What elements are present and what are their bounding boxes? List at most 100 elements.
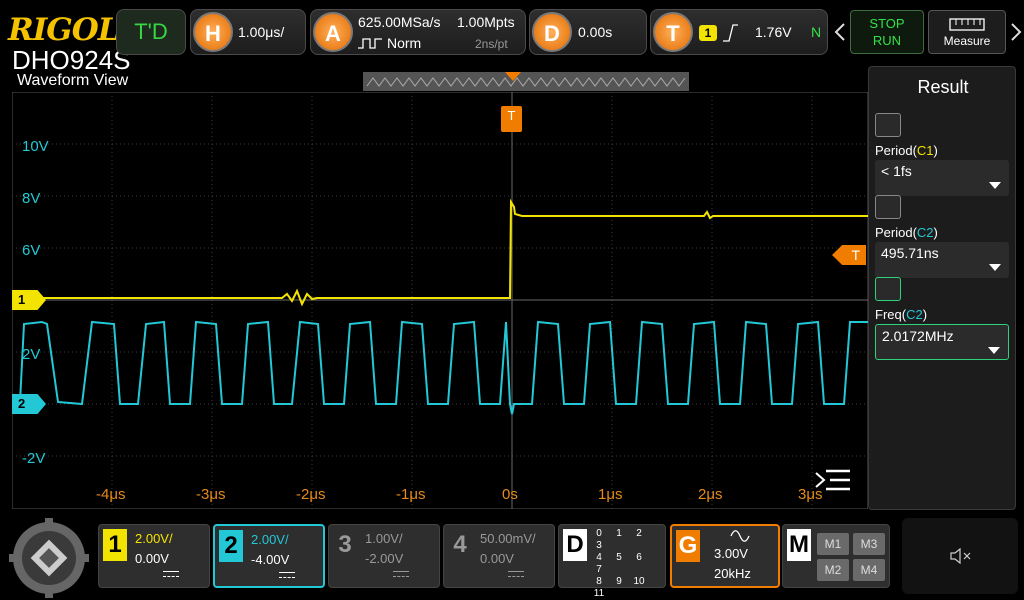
result-channel: C2 bbox=[906, 307, 923, 322]
memory-overview-bar[interactable] bbox=[363, 72, 689, 91]
sound-panel[interactable] bbox=[902, 518, 1018, 594]
horizontal-scale: 1.00μs/ bbox=[238, 24, 285, 40]
x-label: 2μs bbox=[698, 486, 723, 503]
stop-label: STOP bbox=[869, 16, 905, 31]
acquire-mode: Norm bbox=[387, 35, 422, 51]
menu-list-icon[interactable] bbox=[812, 467, 852, 495]
y-label: 6V bbox=[22, 242, 41, 259]
ch4-scale: 50.00mV/ bbox=[480, 531, 536, 546]
chevron-left-icon[interactable] bbox=[834, 22, 846, 42]
ch1-number: 1 bbox=[103, 529, 127, 561]
horizontal-panel[interactable]: H 1.00μs/ bbox=[190, 9, 306, 55]
result-value: 2.0172MHz bbox=[882, 328, 954, 344]
generator-frequency: 20kHz bbox=[714, 566, 751, 581]
horizontal-key: H bbox=[193, 12, 233, 52]
top-bar: RIGOL DHO924S T'D H 1.00μs/ A 625.00MSa/… bbox=[0, 0, 1024, 75]
ch4-number: 4 bbox=[453, 531, 467, 558]
measure-result-panel: Result Period(C1) < 1fs Period(C2) 495.7… bbox=[868, 66, 1016, 510]
result-param: Period bbox=[875, 143, 913, 158]
y-label: 8V bbox=[22, 190, 41, 207]
sample-rate: 625.00MSa/s bbox=[358, 14, 441, 30]
delay-value: 0.00s bbox=[578, 24, 613, 40]
x-label: -3μs bbox=[196, 486, 226, 503]
result-item[interactable]: Period(C1) < 1fs bbox=[875, 113, 1009, 196]
delay-key: D bbox=[532, 12, 572, 52]
ch2-settings[interactable]: 2 2.00V/ -4.00V bbox=[213, 524, 325, 588]
ch3-settings[interactable]: 3 1.00V/ -2.00V bbox=[328, 524, 440, 588]
d-channel: 9 bbox=[616, 576, 622, 587]
result-value: 495.71ns bbox=[881, 245, 939, 261]
ch3-number: 3 bbox=[338, 531, 352, 558]
ruler-icon bbox=[949, 18, 985, 31]
brand-logo: RIGOL bbox=[8, 12, 120, 48]
ch3-offset: -2.00V bbox=[365, 551, 404, 566]
math-settings[interactable]: M M1 M3 M2 M4 bbox=[782, 524, 890, 588]
trigger-position-marker[interactable]: T bbox=[501, 106, 522, 132]
trigger-panel[interactable]: T 1 1.76V N bbox=[650, 9, 828, 55]
d-channel: 5 bbox=[616, 552, 622, 563]
result-value-box[interactable]: < 1fs bbox=[875, 160, 1009, 196]
ch1-settings[interactable]: 1 2.00V/ 0.00V bbox=[98, 524, 210, 588]
ch4-settings[interactable]: 4 50.00mV/ 0.00V bbox=[443, 524, 555, 588]
ch1-offset: 0.00V bbox=[135, 551, 169, 566]
math-m1-button[interactable]: M1 bbox=[817, 533, 849, 555]
generator-amplitude: 3.00V bbox=[714, 546, 748, 561]
digital-key: D bbox=[563, 529, 587, 561]
waveform-title: Waveform View bbox=[17, 72, 129, 89]
dc-coupling-icon bbox=[508, 571, 524, 577]
waveform-grid bbox=[12, 92, 868, 509]
period-icon bbox=[875, 113, 901, 137]
measure-button[interactable]: Measure bbox=[928, 10, 1006, 54]
ch3-scale: 1.00V/ bbox=[365, 531, 403, 546]
x-label: 0s bbox=[502, 486, 518, 503]
math-key: M bbox=[787, 529, 811, 561]
trigger-sweep: N bbox=[811, 24, 822, 40]
result-item[interactable]: Period(C2) 495.71ns bbox=[875, 195, 1009, 278]
run-measure-panel: STOP RUN Measure bbox=[834, 8, 1024, 58]
y-label: 2V bbox=[22, 346, 41, 363]
acquire-panel[interactable]: A 625.00MSa/s Norm 1.00Mpts 2ns/pt bbox=[310, 9, 526, 55]
result-name: Period(C1) bbox=[875, 143, 938, 158]
result-name: Freq(C2) bbox=[875, 307, 928, 322]
dropdown-caret-icon bbox=[989, 182, 1001, 189]
delay-panel[interactable]: D 0.00s bbox=[529, 9, 647, 55]
d-channel: 0 bbox=[596, 528, 602, 539]
dc-coupling-icon bbox=[393, 571, 409, 577]
math-m2-button[interactable]: M2 bbox=[817, 559, 849, 581]
waveform-view[interactable]: Waveform View 10V 8V 6V 2V -2V -4μs -3μs… bbox=[0, 62, 868, 512]
ch2-offset: -4.00V bbox=[251, 552, 290, 567]
rigol-gear-logo-icon[interactable] bbox=[8, 518, 90, 598]
acquire-key: A bbox=[313, 12, 353, 52]
x-label: -4μs bbox=[96, 486, 126, 503]
ch2-scale: 2.00V/ bbox=[251, 532, 289, 547]
math-m4-button[interactable]: M4 bbox=[853, 559, 885, 581]
memory-depth: 1.00Mpts bbox=[457, 14, 515, 30]
x-label: -1μs bbox=[396, 486, 426, 503]
digital-channel-grid: 0123 4567 891011 12131415 bbox=[589, 528, 665, 600]
ch2-number: 2 bbox=[219, 530, 243, 562]
trigger-key: T bbox=[653, 12, 693, 52]
result-value-box[interactable]: 495.71ns bbox=[875, 242, 1009, 278]
result-value-box[interactable]: 2.0172MHz bbox=[875, 324, 1009, 360]
dc-coupling-icon bbox=[163, 571, 179, 577]
rising-edge-icon bbox=[723, 24, 738, 42]
d-channel: 8 bbox=[596, 576, 602, 587]
result-item[interactable]: Freq(C2) 2.0172MHz bbox=[875, 277, 1009, 360]
trigger-display-button[interactable]: T'D bbox=[116, 9, 186, 55]
result-title: Result bbox=[917, 77, 969, 97]
d-channel: 2 bbox=[636, 528, 642, 539]
x-label: 1μs bbox=[598, 486, 623, 503]
sine-wave-icon bbox=[730, 530, 750, 542]
math-m3-button[interactable]: M3 bbox=[853, 533, 885, 555]
chevron-right-icon[interactable] bbox=[1010, 22, 1022, 42]
digital-channels[interactable]: D 0123 4567 891011 12131415 bbox=[558, 524, 666, 599]
trigger-source-badge: 1 bbox=[699, 25, 717, 41]
result-param: Period bbox=[875, 225, 913, 240]
d-channel: 1 bbox=[616, 528, 622, 539]
run-stop-button[interactable]: STOP RUN bbox=[850, 10, 924, 54]
d-channel: 3 bbox=[596, 540, 602, 551]
generator-settings[interactable]: G 3.00V 20kHz bbox=[670, 524, 780, 588]
d-channel: 7 bbox=[596, 564, 602, 575]
d-channel: 4 bbox=[596, 552, 602, 563]
y-label: 10V bbox=[22, 138, 49, 155]
